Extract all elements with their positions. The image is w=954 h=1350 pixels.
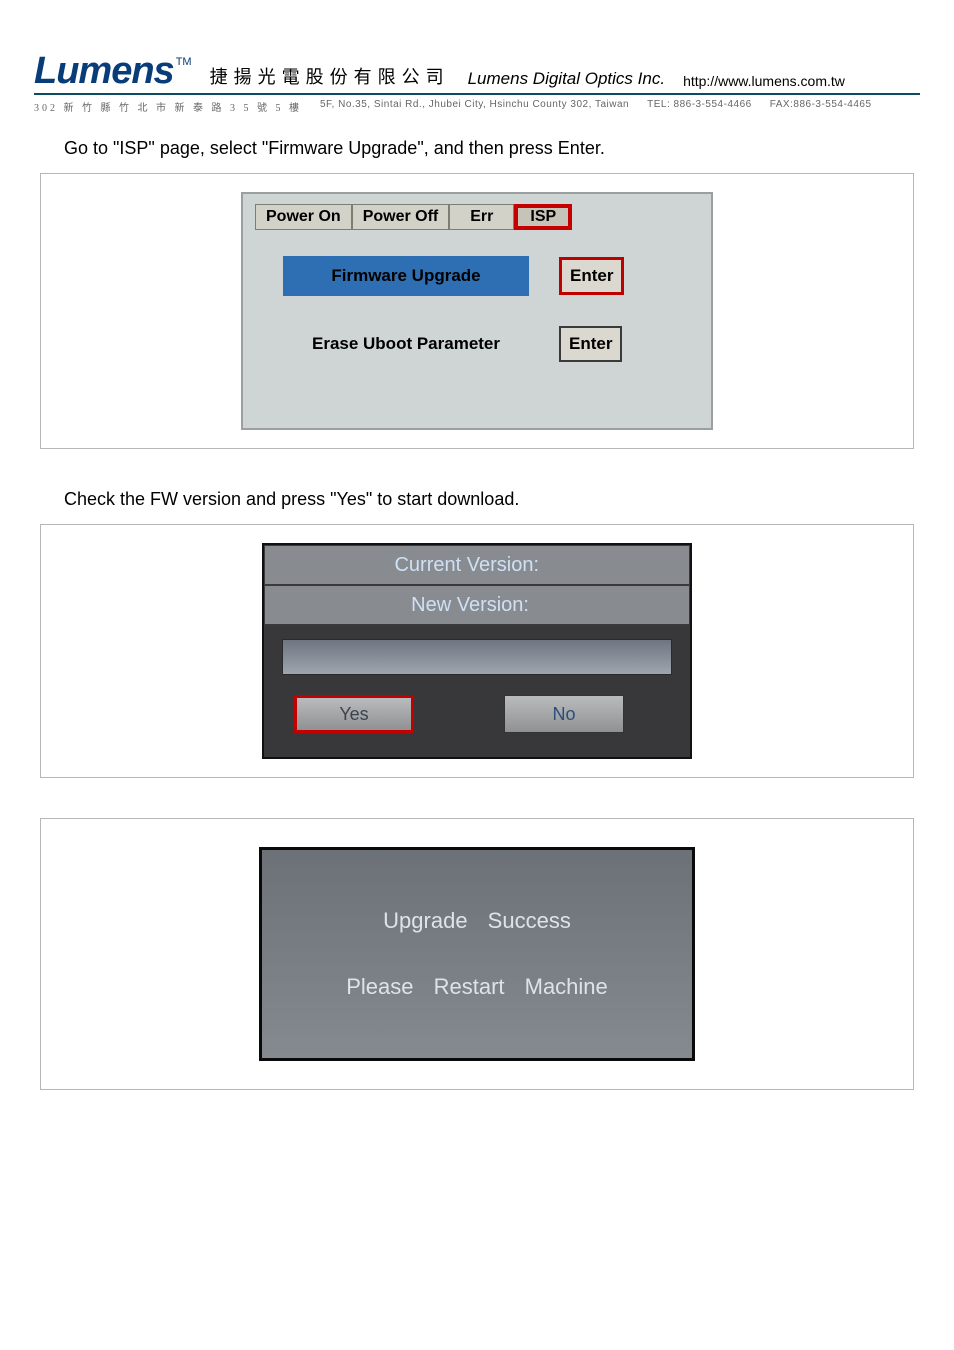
- tab-power-off[interactable]: Power Off: [352, 204, 450, 230]
- trademark: TM: [176, 56, 192, 68]
- erase-uboot-label: Erase Uboot Parameter: [283, 324, 529, 364]
- current-version-label: Current Version:: [394, 554, 539, 577]
- instruction-step-2: Check the FW version and press "Yes" to …: [64, 489, 920, 510]
- firmware-upgrade-row: Firmware Upgrade Enter: [283, 256, 699, 296]
- instruction-step-1: Go to "ISP" page, select "Firmware Upgra…: [64, 138, 920, 159]
- logo: Lumens TM: [34, 50, 192, 93]
- tab-isp[interactable]: ISP: [514, 204, 572, 230]
- isp-panel: Power On Power Off Err ISP Firmware Upgr…: [241, 192, 713, 430]
- tel: TEL: 886-3-554-4466: [647, 99, 752, 114]
- company-name-cjk: 捷揚光電股份有限公司: [210, 63, 450, 89]
- address-en: 5F, No.35, Sintai Rd., Jhubei City, Hsin…: [320, 99, 629, 114]
- address-line: 302 新 竹 縣 竹 北 市 新 泰 路 3 5 號 5 樓 5F, No.3…: [34, 99, 920, 114]
- upgrade-success-text: Upgrade Success: [383, 908, 571, 934]
- new-version-row: New Version:: [264, 585, 690, 625]
- restart-machine-text: Please Restart Machine: [346, 974, 608, 1000]
- no-button[interactable]: No: [504, 695, 624, 733]
- dialog-button-row: Yes No: [264, 695, 690, 757]
- fax: FAX:886-3-554-4465: [770, 99, 872, 114]
- company-name-en: Lumens Digital Optics Inc.: [468, 69, 665, 89]
- yes-button[interactable]: Yes: [294, 695, 414, 733]
- figure-box-2: Current Version: New Version: Yes No: [40, 524, 914, 778]
- current-version-row: Current Version:: [264, 545, 690, 585]
- enter-button-erase[interactable]: Enter: [559, 326, 622, 362]
- firmware-upgrade-label[interactable]: Firmware Upgrade: [283, 256, 529, 296]
- new-version-label: New Version:: [411, 594, 529, 617]
- document-header: Lumens TM 捷揚光電股份有限公司 Lumens Digital Opti…: [34, 50, 920, 95]
- progress-bar: [282, 639, 672, 675]
- success-dialog: Upgrade Success Please Restart Machine: [259, 847, 695, 1061]
- tab-power-on[interactable]: Power On: [255, 204, 352, 230]
- company-url: http://www.lumens.com.tw: [683, 73, 845, 89]
- tab-bar: Power On Power Off Err ISP: [255, 204, 699, 230]
- figure-box-1: Power On Power Off Err ISP Firmware Upgr…: [40, 173, 914, 449]
- logo-text: Lumens: [34, 50, 174, 93]
- tab-err[interactable]: Err: [449, 204, 514, 230]
- erase-uboot-row: Erase Uboot Parameter Enter: [283, 324, 699, 364]
- figure-box-3: Upgrade Success Please Restart Machine: [40, 818, 914, 1090]
- address-cn: 302 新 竹 縣 竹 北 市 新 泰 路 3 5 號 5 樓: [34, 99, 302, 114]
- version-dialog: Current Version: New Version: Yes No: [262, 543, 692, 759]
- enter-button-firmware[interactable]: Enter: [559, 257, 624, 295]
